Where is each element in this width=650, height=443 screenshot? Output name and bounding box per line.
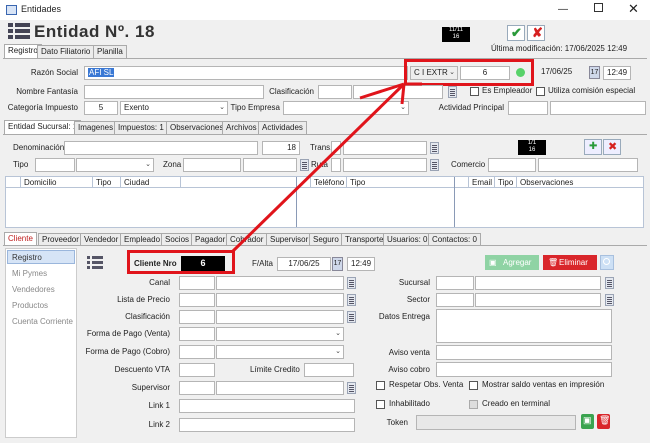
- annotation-arrow: [230, 82, 422, 254]
